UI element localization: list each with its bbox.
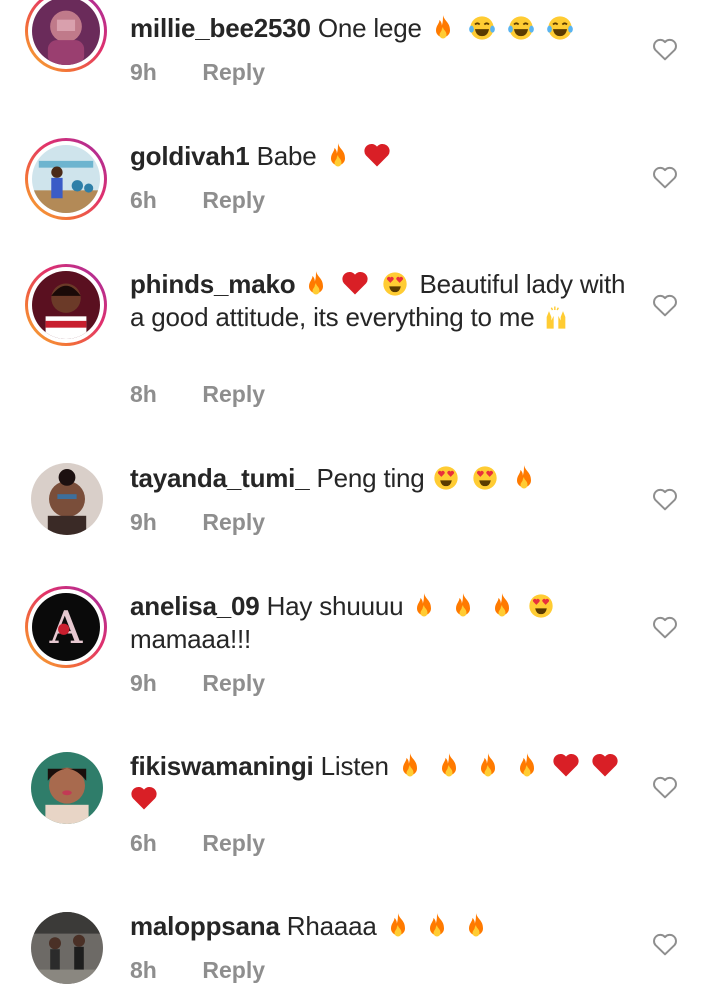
- comment-time: 9h: [130, 670, 157, 696]
- avatar[interactable]: [25, 264, 107, 346]
- comment-meta: 9h Reply: [130, 59, 265, 86]
- comment-body: Listen: [320, 751, 389, 781]
- fire-icon: [390, 913, 405, 937]
- reply-button[interactable]: Reply: [202, 509, 265, 536]
- heart-outline-icon[interactable]: [652, 615, 678, 639]
- comment-body: Rhaaaa: [286, 911, 377, 941]
- comment-body: Peng ting: [316, 463, 425, 493]
- red-heart-icon: [553, 753, 579, 777]
- avatar[interactable]: A: [25, 586, 107, 668]
- heart-outline-icon[interactable]: [652, 775, 678, 799]
- avatar-image: [32, 0, 100, 65]
- comment-username[interactable]: fikiswamaningi: [130, 751, 314, 781]
- comment-time: 8h: [130, 957, 157, 983]
- heart-outline-icon[interactable]: [652, 165, 678, 189]
- comment-emojis: [302, 269, 419, 299]
- comment-time: 8h: [130, 381, 157, 407]
- avatar[interactable]: [31, 752, 103, 824]
- avatar[interactable]: [25, 0, 107, 72]
- comment-body: One lege: [317, 13, 422, 43]
- fire-icon: [495, 593, 510, 617]
- heart-outline-icon[interactable]: [652, 932, 678, 956]
- comment-text: anelisa_09 Hay shuuuu mamaaa!!!: [130, 590, 630, 656]
- red-heart-icon: [592, 753, 618, 777]
- avatar-image: [31, 752, 103, 824]
- fire-icon: [468, 913, 483, 937]
- comment-meta: 8h Reply: [130, 957, 265, 984]
- reply-button[interactable]: Reply: [202, 59, 265, 86]
- tears-of-joy-icon: [547, 16, 573, 40]
- comment-list: millie_bee2530 One lege 9h Reply goldiva…: [0, 0, 720, 1007]
- avatar-image: [32, 271, 100, 339]
- comment-time: 9h: [130, 509, 157, 535]
- comment-body-continued: mamaaa!!!: [130, 624, 252, 654]
- comment-emojis: [422, 13, 578, 43]
- comment-time: 6h: [130, 187, 157, 213]
- comment-text: maloppsana Rhaaaa: [130, 910, 630, 943]
- fire-icon: [456, 593, 471, 617]
- comment-time: 9h: [130, 59, 157, 85]
- avatar-image: [31, 912, 103, 984]
- fire-icon: [441, 753, 456, 777]
- comment-text: goldivah1 Babe: [130, 140, 630, 173]
- comment-username[interactable]: phinds_mako: [130, 269, 296, 299]
- comment-username[interactable]: anelisa_09: [130, 591, 260, 621]
- avatar[interactable]: [31, 912, 103, 984]
- comment-emojis: [432, 463, 542, 493]
- red-heart-icon: [342, 271, 369, 295]
- comment-body: Babe: [256, 141, 317, 171]
- fire-icon: [309, 271, 324, 295]
- avatar[interactable]: [25, 138, 107, 220]
- heart-eyes-icon: [529, 594, 554, 618]
- tears-of-joy-icon: [468, 16, 495, 40]
- comment-meta: 6h Reply: [130, 830, 265, 857]
- avatar-image: [32, 145, 100, 213]
- raising-hands-icon: [546, 306, 565, 329]
- heart-outline-icon[interactable]: [652, 293, 678, 317]
- comment-meta: 9h Reply: [130, 509, 265, 536]
- comment-text: tayanda_tumi_ Peng ting: [130, 462, 630, 495]
- fire-icon: [330, 143, 345, 167]
- reply-button[interactable]: Reply: [202, 830, 265, 857]
- comment-username[interactable]: millie_bee2530: [130, 13, 311, 43]
- comment-text: phinds_mako Beautiful lady with a good a…: [130, 268, 630, 334]
- fire-icon: [435, 15, 450, 39]
- comment-username[interactable]: goldivah1: [130, 141, 250, 171]
- fire-icon: [519, 753, 534, 777]
- fire-icon: [480, 753, 495, 777]
- avatar-image: A: [32, 593, 100, 661]
- red-heart-icon: [131, 786, 157, 810]
- fire-icon: [402, 753, 417, 777]
- reply-button[interactable]: Reply: [202, 670, 265, 697]
- reply-button[interactable]: Reply: [202, 957, 265, 984]
- comment-username[interactable]: tayanda_tumi_: [130, 463, 310, 493]
- tears-of-joy-icon: [508, 16, 534, 40]
- comment-emojis: [317, 141, 395, 171]
- red-heart-icon: [363, 143, 390, 167]
- comment-text: fikiswamaningi Listen: [130, 750, 630, 816]
- heart-eyes-icon: [472, 466, 497, 490]
- comment-meta: 8h Reply: [130, 381, 265, 408]
- heart-eyes-icon: [382, 272, 407, 296]
- fire-icon: [417, 593, 432, 617]
- reply-button[interactable]: Reply: [202, 187, 265, 214]
- avatar-image: [31, 463, 103, 535]
- avatar[interactable]: [31, 463, 103, 535]
- reply-button[interactable]: Reply: [202, 381, 265, 408]
- heart-outline-icon[interactable]: [652, 37, 678, 61]
- comment-time: 6h: [130, 830, 157, 856]
- comment-text: millie_bee2530 One lege: [130, 12, 630, 45]
- heart-eyes-icon: [433, 466, 458, 490]
- comment-body: Hay shuuuu: [266, 591, 404, 621]
- comment-meta: 9h Reply: [130, 670, 265, 697]
- fire-icon: [429, 913, 444, 937]
- comment-username[interactable]: maloppsana: [130, 911, 280, 941]
- fire-icon: [516, 465, 531, 489]
- comment-meta: 6h Reply: [130, 187, 265, 214]
- comment-emojis: [384, 911, 494, 941]
- heart-outline-icon[interactable]: [652, 487, 678, 511]
- comment-emojis: [403, 591, 559, 621]
